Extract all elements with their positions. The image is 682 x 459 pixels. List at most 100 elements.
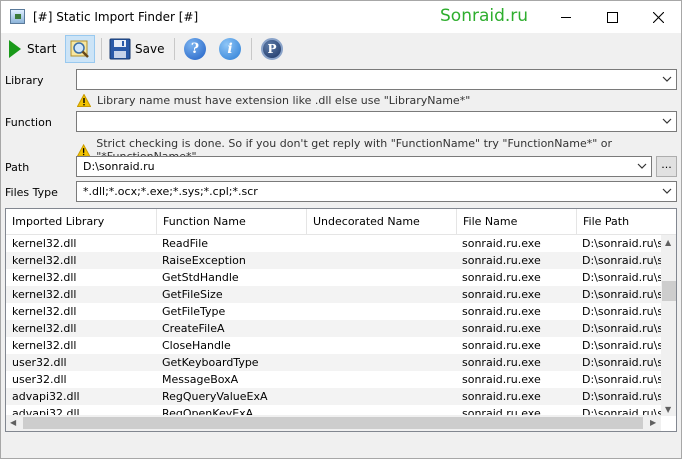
scroll-down-icon[interactable]: ▼ <box>665 405 671 414</box>
window-title: [#] Static Import Finder [#] <box>33 10 199 24</box>
table-cell: D:\sonraid.ru\so <box>582 271 661 284</box>
column-header-file-path[interactable]: File Path <box>577 209 676 235</box>
table-cell: RaiseException <box>162 254 246 267</box>
horizontal-scroll-thumb[interactable] <box>23 417 643 429</box>
table-row[interactable]: kernel32.dll GetFileType sonraid.ru.exe D:\… <box>6 303 661 320</box>
table-cell: sonraid.ru.exe <box>462 373 541 386</box>
table-cell: sonraid.ru.exe <box>462 237 541 250</box>
scroll-right-icon[interactable]: ▶ <box>650 418 656 427</box>
start-button-label: Start <box>27 42 57 56</box>
table-row[interactable]: kernel32.dll GetStdHandle sonraid.ru.exe D:… <box>6 269 661 286</box>
table-row[interactable]: user32.dll GetKeyboardType sonraid.ru.exe D… <box>6 354 661 371</box>
table-cell: D:\sonraid.ru\so <box>582 322 661 335</box>
table-row[interactable]: kernel32.dll CreateFileA sonraid.ru.exe D:\… <box>6 320 661 337</box>
table-cell: D:\sonraid.ru\so <box>582 237 661 250</box>
horizontal-scrollbar[interactable]: ◀ ▶ <box>6 415 661 431</box>
table-cell: kernel32.dll <box>12 237 77 250</box>
table-cell: CreateFileA <box>162 322 225 335</box>
chevron-down-icon <box>662 118 672 124</box>
library-combo[interactable] <box>76 69 677 90</box>
table-cell: user32.dll <box>12 373 67 386</box>
table-cell: kernel32.dll <box>12 271 77 284</box>
chevron-down-icon <box>662 188 672 194</box>
function-combo[interactable] <box>76 111 677 132</box>
magnifier-icon <box>70 40 89 58</box>
table-cell: D:\sonraid.ru\so <box>582 373 661 386</box>
library-hint-text: Library name must have extension like .d… <box>97 94 471 107</box>
table-cell: kernel32.dll <box>12 305 77 318</box>
table-row[interactable]: advapi32.dll RegQueryValueExA sonraid.ru.e… <box>6 388 661 405</box>
info-icon: i <box>219 38 241 60</box>
library-hint: Library name must have extension like .d… <box>77 94 470 107</box>
minimize-button[interactable] <box>543 1 589 33</box>
table-cell: RegQueryValueExA <box>162 390 268 403</box>
table-header: Imported Library Function Name Undecorat… <box>6 209 676 235</box>
filetypes-label: Files Type <box>5 186 58 199</box>
scroll-left-icon[interactable]: ◀ <box>10 418 16 427</box>
table-cell: D:\sonraid.ru\so <box>582 356 661 369</box>
column-header-file-name[interactable]: File Name <box>457 209 577 235</box>
vertical-scroll-thumb[interactable] <box>662 281 676 301</box>
table-cell: GetKeyboardType <box>162 356 259 369</box>
app-window: [#] Static Import Finder [#] Sonraid.ru … <box>0 0 682 459</box>
table-row[interactable]: kernel32.dll GetFileSize sonraid.ru.exe D:\… <box>6 286 661 303</box>
start-button[interactable]: Start <box>7 35 61 63</box>
title-bar: [#] Static Import Finder [#] Sonraid.ru <box>1 1 681 33</box>
table-row[interactable]: kernel32.dll CloseHandle sonraid.ru.exe D:\… <box>6 337 661 354</box>
table-cell: sonraid.ru.exe <box>462 271 541 284</box>
toolbar-separator <box>101 38 102 60</box>
filetypes-value: *.dll;*.ocx;*.exe;*.sys;*.cpl;*.scr <box>83 185 258 198</box>
table-cell: kernel32.dll <box>12 288 77 301</box>
column-header-imported-library[interactable]: Imported Library <box>6 209 157 235</box>
library-label: Library <box>5 74 44 87</box>
path-value: D:\sonraid.ru <box>83 160 155 173</box>
status-bar <box>1 435 681 458</box>
table-cell: D:\sonraid.ru\so <box>582 254 661 267</box>
table-cell: kernel32.dll <box>12 322 77 335</box>
chevron-down-icon <box>637 163 647 169</box>
toolbar-separator <box>174 38 175 60</box>
table-cell: sonraid.ru.exe <box>462 322 541 335</box>
maximize-button[interactable] <box>589 1 635 33</box>
p-logo-icon: P <box>261 38 283 60</box>
table-cell: D:\sonraid.ru\so <box>582 390 661 403</box>
save-button[interactable]: Save <box>109 35 167 63</box>
help-button[interactable]: ? <box>182 35 208 63</box>
path-label: Path <box>5 161 30 174</box>
results-table[interactable]: Imported Library Function Name Undecorat… <box>5 208 677 432</box>
path-combo[interactable]: D:\sonraid.ru <box>76 156 652 177</box>
table-cell: advapi32.dll <box>12 390 80 403</box>
table-row[interactable]: kernel32.dll ReadFile sonraid.ru.exe D:\son… <box>6 235 661 252</box>
table-cell: sonraid.ru.exe <box>462 339 541 352</box>
table-cell: MessageBoxA <box>162 373 239 386</box>
table-cell: sonraid.ru.exe <box>462 356 541 369</box>
column-header-undecorated-name[interactable]: Undecorated Name <box>307 209 457 235</box>
table-cell: sonraid.ru.exe <box>462 254 541 267</box>
info-button[interactable]: i <box>217 35 243 63</box>
watermark-text: Sonraid.ru <box>440 6 529 26</box>
save-button-label: Save <box>135 42 165 56</box>
warning-icon <box>77 143 91 157</box>
close-icon <box>652 11 664 23</box>
app-icon <box>10 9 25 24</box>
table-cell: D:\sonraid.ru\so <box>582 288 661 301</box>
filetypes-combo[interactable]: *.dll;*.ocx;*.exe;*.sys;*.cpl;*.scr <box>76 181 677 202</box>
close-button[interactable] <box>635 1 681 33</box>
table-cell: CloseHandle <box>162 339 231 352</box>
table-row[interactable]: kernel32.dll RaiseException sonraid.ru.exe… <box>6 252 661 269</box>
browse-button[interactable]: ... <box>656 156 677 177</box>
table-cell: ReadFile <box>162 237 209 250</box>
search-mode-button[interactable] <box>65 35 95 63</box>
vertical-scrollbar[interactable]: ▲ ▼ <box>661 235 676 416</box>
table-body: kernel32.dll ReadFile sonraid.ru.exe D:\son… <box>6 235 661 416</box>
chevron-down-icon <box>662 76 672 82</box>
help-icon: ? <box>184 38 206 60</box>
column-header-function-name[interactable]: Function Name <box>157 209 307 235</box>
table-cell: sonraid.ru.exe <box>462 305 541 318</box>
table-row[interactable]: user32.dll MessageBoxA sonraid.ru.exe D:\so… <box>6 371 661 388</box>
about-button[interactable]: P <box>259 35 285 63</box>
scroll-up-icon[interactable]: ▲ <box>665 238 671 247</box>
table-cell: user32.dll <box>12 356 67 369</box>
table-cell: kernel32.dll <box>12 339 77 352</box>
floppy-disk-icon <box>109 38 131 60</box>
